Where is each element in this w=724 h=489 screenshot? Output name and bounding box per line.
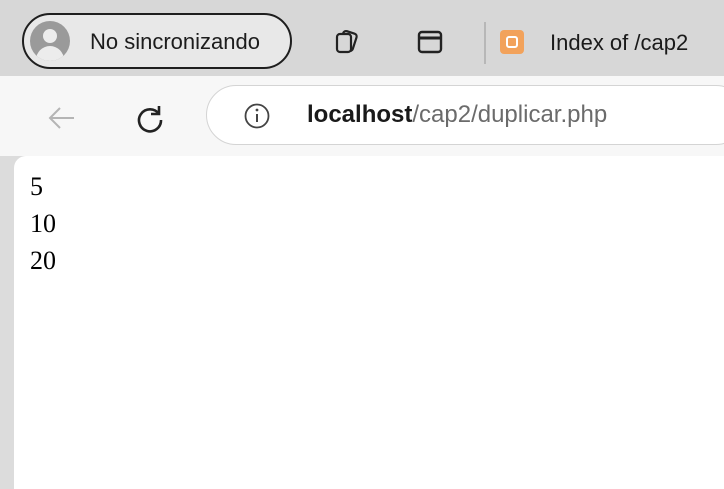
toolbar: localhost/cap2/duplicar.php xyxy=(0,76,724,156)
profile-button[interactable]: No sincronizando xyxy=(22,13,292,69)
back-arrow-icon[interactable] xyxy=(46,102,78,134)
tab-actions-icon[interactable] xyxy=(332,29,360,55)
profile-label: No sincronizando xyxy=(90,29,260,54)
url-text[interactable]: localhost/cap2/duplicar.php xyxy=(307,101,607,129)
tab-title[interactable]: Index of /cap2 xyxy=(550,30,688,56)
vertical-tabs-icon[interactable] xyxy=(416,29,444,55)
reload-icon[interactable] xyxy=(134,102,166,134)
url-host: localhost xyxy=(307,101,413,128)
output-line: 20 xyxy=(30,246,56,275)
address-bar[interactable]: localhost/cap2/duplicar.php xyxy=(206,85,724,145)
output-line: 5 xyxy=(30,172,43,201)
site-info-icon[interactable] xyxy=(243,102,271,130)
tab-strip: No sincronizando Index of /cap2 xyxy=(0,0,724,76)
url-path: /cap2/duplicar.php xyxy=(412,101,608,128)
tab-separator xyxy=(484,22,486,64)
xampp-favicon xyxy=(500,30,524,54)
avatar xyxy=(30,21,70,61)
output-line: 10 xyxy=(30,209,56,238)
page-content: 5 10 20 xyxy=(14,156,724,489)
